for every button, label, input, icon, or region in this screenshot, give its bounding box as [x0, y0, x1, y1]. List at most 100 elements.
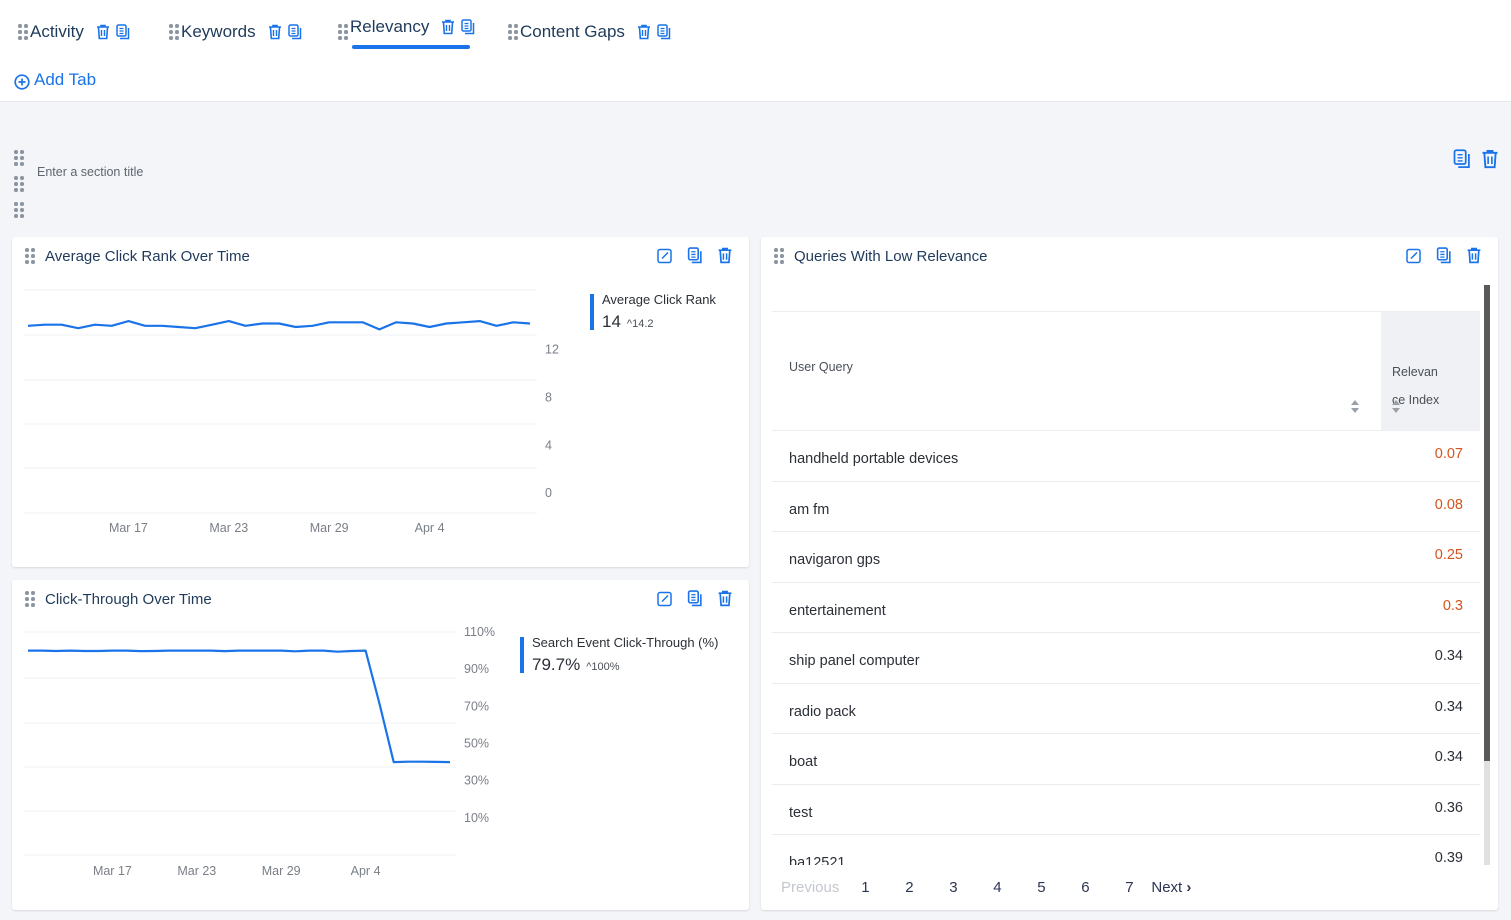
- tab-keywords[interactable]: Keywords: [169, 18, 302, 46]
- drag-handle-icon[interactable]: [774, 248, 784, 264]
- x-tick-label: Apr 4: [415, 521, 445, 535]
- page-button[interactable]: 2: [887, 879, 931, 896]
- table-row[interactable]: navigaron gps 0.25: [772, 532, 1480, 583]
- column-header-relevance-index[interactable]: Relevance Index: [1381, 312, 1480, 430]
- average-click-rank-card: Average Click Rank Over Time 0 4 8 12 Mar 17…: [12, 237, 749, 567]
- page-button[interactable]: 6: [1063, 879, 1107, 896]
- previous-page-button[interactable]: Previous: [781, 879, 839, 896]
- drag-handle-icon[interactable]: [14, 150, 24, 166]
- plus-circle-icon: [14, 73, 30, 90]
- page-button[interactable]: 3: [931, 879, 975, 896]
- table-row[interactable]: ship panel computer 0.34: [772, 633, 1480, 684]
- relevance-cell: 0.34: [1434, 698, 1463, 715]
- copy-icon[interactable]: [657, 24, 671, 40]
- legend-value: 14: [602, 312, 621, 331]
- query-cell: boat: [789, 754, 818, 770]
- drag-handle-icon[interactable]: [14, 202, 24, 218]
- next-page-button[interactable]: Next ›: [1151, 879, 1191, 896]
- y-tick-label: 30%: [464, 774, 489, 788]
- chevron-right-icon: ›: [1186, 879, 1192, 896]
- x-tick-label: Mar 29: [262, 864, 301, 878]
- trash-icon[interactable]: [96, 24, 110, 40]
- x-tick-label: Apr 4: [351, 864, 381, 878]
- copy-icon[interactable]: [461, 19, 475, 35]
- tab-label: Keywords: [181, 22, 256, 41]
- queries-table: User Query Relevance Index handheld port…: [772, 311, 1480, 865]
- section-actions: [1453, 149, 1499, 169]
- relevance-cell: 0.36: [1434, 799, 1463, 816]
- y-tick-label: 70%: [464, 699, 489, 713]
- click-through-chart: 10% 30% 50% 70% 90% 110% Mar 17 Mar 23 Mar 29 Apr…: [24, 625, 495, 878]
- tab-content-gaps[interactable]: Content Gaps: [508, 18, 671, 46]
- average-click-rank-chart: 0 4 8 12 Mar 17 Mar 23 Mar 29 Apr 4: [24, 289, 559, 535]
- legend-value: 79.7%: [532, 655, 581, 674]
- table-row[interactable]: am fm 0.08: [772, 482, 1480, 532]
- table-row[interactable]: ba12521 0.39: [772, 835, 1480, 865]
- y-tick-label: 8: [545, 391, 552, 405]
- x-tick-label: Mar 23: [209, 521, 248, 535]
- trash-icon[interactable]: [441, 19, 455, 35]
- query-cell: handheld portable devices: [789, 451, 959, 467]
- trash-icon[interactable]: [637, 24, 651, 40]
- y-tick-label: 0: [545, 486, 552, 500]
- table-row[interactable]: handheld portable devices 0.07: [772, 431, 1480, 482]
- drag-handle-icon[interactable]: [338, 24, 348, 40]
- x-tick-label: Mar 17: [109, 521, 148, 535]
- drag-handle-icon[interactable]: [508, 24, 518, 40]
- y-tick-label: 10%: [464, 811, 489, 825]
- card-title: Queries With Low Relevance: [794, 248, 988, 265]
- active-tab-indicator: [352, 45, 470, 49]
- trash-icon[interactable]: [1481, 149, 1499, 169]
- y-tick-label: 50%: [464, 737, 489, 751]
- table-scrollbar-thumb[interactable]: [1484, 285, 1490, 761]
- table-row[interactable]: boat 0.34: [772, 734, 1480, 785]
- drag-handle-icon[interactable]: [18, 24, 28, 40]
- edit-icon[interactable]: [1406, 247, 1422, 264]
- add-tab-label: Add Tab: [34, 70, 97, 89]
- relevance-cell: 0.08: [1434, 496, 1463, 513]
- tab-bar: Activity Keywords Relevancy Content Gaps…: [0, 0, 1511, 102]
- legend-series-name: Search Event Click-Through (%): [532, 635, 719, 650]
- sort-icon[interactable]: [1351, 400, 1359, 414]
- x-tick-label: Mar 17: [93, 864, 132, 878]
- query-cell: entertainement: [789, 602, 886, 619]
- column-header-user-query[interactable]: User Query: [789, 360, 853, 374]
- page-button[interactable]: 1: [843, 879, 887, 896]
- relevance-cell: 0.25: [1434, 547, 1463, 563]
- tab-relevancy[interactable]: Relevancy: [338, 13, 475, 41]
- y-tick-label: 12: [545, 343, 559, 357]
- drag-handle-icon[interactable]: [14, 176, 24, 192]
- copy-icon[interactable]: [287, 24, 302, 40]
- add-tab-button[interactable]: Add Tab: [14, 70, 96, 90]
- sort-icon[interactable]: [1392, 400, 1442, 414]
- page-button[interactable]: 5: [1019, 879, 1063, 896]
- query-cell: test: [789, 804, 813, 821]
- tab-activity[interactable]: Activity: [18, 18, 130, 46]
- click-through-card: Click-Through Over Time 10% 30% 50% 70% 90% 1…: [12, 580, 749, 910]
- copy-icon[interactable]: [1453, 149, 1471, 169]
- tab-label: Relevancy: [350, 17, 430, 36]
- relevance-cell: 0.34: [1434, 648, 1463, 664]
- page-button[interactable]: 4: [975, 879, 1019, 896]
- trash-icon[interactable]: [1466, 247, 1482, 264]
- legend-previous-value: ^14.2: [626, 318, 654, 330]
- query-cell: ship panel computer: [789, 653, 920, 669]
- tab-label: Activity: [30, 22, 84, 41]
- table-row[interactable]: entertainement 0.3: [772, 583, 1480, 633]
- section-title-input[interactable]: Enter a section title: [37, 165, 143, 179]
- table-row[interactable]: radio pack 0.34: [772, 684, 1480, 734]
- relevance-cell: 0.07: [1434, 446, 1463, 462]
- page-button[interactable]: 7: [1107, 879, 1151, 896]
- trash-icon[interactable]: [268, 24, 282, 40]
- copy-icon[interactable]: [1436, 247, 1452, 264]
- x-tick-label: Mar 23: [177, 864, 216, 878]
- legend-color-bar: [590, 294, 594, 330]
- drag-handle-icon[interactable]: [169, 24, 179, 40]
- copy-icon[interactable]: [116, 24, 130, 40]
- legend-color-bar: [520, 637, 524, 673]
- section-drag-handle[interactable]: [14, 150, 24, 228]
- card-header: Queries With Low Relevance: [761, 237, 1498, 277]
- x-tick-label: Mar 29: [310, 521, 349, 535]
- tab-label: Content Gaps: [520, 22, 625, 41]
- table-row[interactable]: test 0.36: [772, 785, 1480, 835]
